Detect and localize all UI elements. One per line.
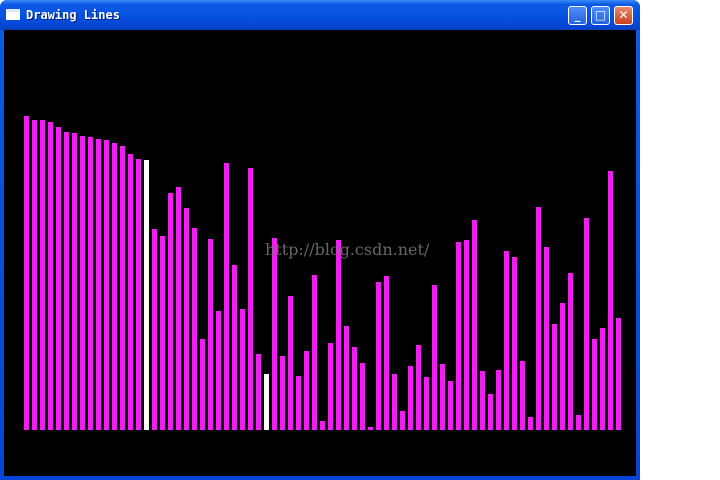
bar: [400, 411, 405, 430]
bar: [64, 132, 69, 430]
bar: [424, 377, 429, 430]
bar: [208, 239, 213, 430]
bar: [72, 133, 77, 430]
bar: [608, 171, 613, 430]
bar: [88, 137, 93, 430]
minimize-button[interactable]: _: [568, 6, 587, 25]
bar: [336, 240, 341, 430]
bar: [304, 351, 309, 430]
bar: [96, 139, 101, 430]
bar: [112, 143, 117, 430]
bar: [344, 326, 349, 430]
bar: [576, 415, 581, 430]
bar: [480, 371, 485, 430]
maximize-button[interactable]: □: [591, 6, 610, 25]
bar: [512, 257, 517, 430]
bar: [168, 193, 173, 430]
window-title: Drawing Lines: [26, 8, 120, 22]
bar: [56, 127, 61, 430]
bar: [280, 356, 285, 430]
bar: [240, 309, 245, 430]
bar: [288, 296, 293, 430]
app-window-icon: [6, 9, 20, 20]
bar: [192, 228, 197, 430]
bar: [504, 251, 509, 430]
bar: [528, 417, 533, 430]
bar: [544, 247, 549, 430]
bar: [176, 187, 181, 430]
bar: [432, 285, 437, 430]
app-window: Drawing Lines _ □ ✕ http://blog.csdn.net…: [0, 0, 640, 480]
bar: [456, 242, 461, 430]
bar: [552, 324, 557, 430]
bar-highlighted: [264, 374, 269, 430]
bar: [120, 146, 125, 430]
bar: [256, 354, 261, 430]
bar: [488, 394, 493, 430]
title-bar[interactable]: Drawing Lines _ □ ✕: [0, 0, 640, 30]
bar: [24, 116, 29, 430]
bar: [328, 343, 333, 430]
bar: [200, 339, 205, 430]
bar: [376, 282, 381, 430]
bar: [408, 366, 413, 430]
bar: [296, 376, 301, 430]
bar: [584, 218, 589, 430]
bar: [128, 154, 133, 430]
bar: [160, 236, 165, 430]
bar: [352, 347, 357, 430]
bar: [320, 421, 325, 430]
bar: [184, 208, 189, 430]
bar: [248, 168, 253, 430]
bar: [232, 265, 237, 430]
watermark: http://blog.csdn.net/: [265, 240, 430, 259]
bar: [152, 229, 157, 430]
bar: [472, 220, 477, 430]
bar: [368, 427, 373, 430]
bar: [384, 276, 389, 430]
bar: [32, 120, 37, 430]
drawing-canvas: http://blog.csdn.net/: [4, 30, 636, 476]
bar: [592, 339, 597, 430]
bar: [104, 140, 109, 430]
bar: [312, 275, 317, 430]
bar: [464, 240, 469, 430]
bar: [416, 345, 421, 430]
close-button[interactable]: ✕: [614, 6, 633, 25]
bar: [448, 381, 453, 430]
bar: [616, 318, 621, 430]
bar: [48, 122, 53, 430]
bar: [496, 370, 501, 430]
bar: [560, 303, 565, 430]
bar-highlighted: [144, 160, 149, 430]
bar: [272, 238, 277, 430]
bar: [40, 120, 45, 430]
bar: [136, 159, 141, 430]
bar: [520, 361, 525, 430]
bar: [600, 328, 605, 430]
bar: [440, 364, 445, 430]
bar: [216, 311, 221, 430]
bar: [360, 363, 365, 430]
bar: [80, 136, 85, 430]
bar: [392, 374, 397, 430]
bar: [568, 273, 573, 430]
bar: [536, 207, 541, 430]
bar: [224, 163, 229, 430]
